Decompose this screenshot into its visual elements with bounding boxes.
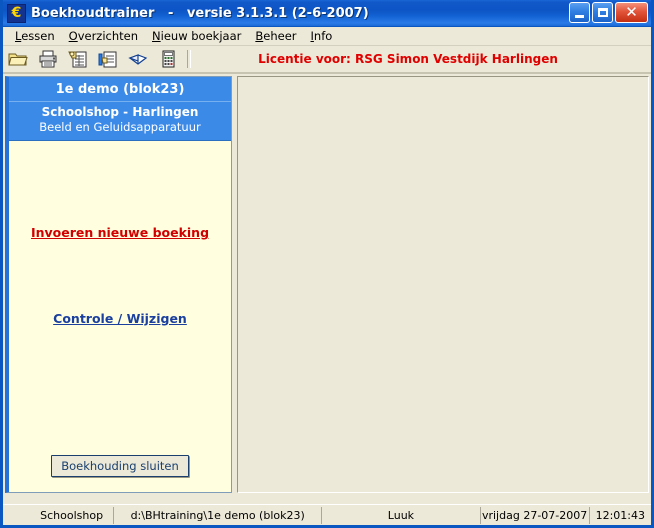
work-area: 1e demo (blok23) Schoolshop - Harlingen … [3, 74, 651, 495]
new-entry-link[interactable]: Invoeren nieuwe boeking [9, 225, 231, 240]
calculator-button[interactable] [153, 46, 183, 72]
menu-item-overzichten[interactable]: Overzichten [62, 28, 145, 44]
menu-item-nieuw-boekjaar[interactable]: Nieuw boekjaar [145, 28, 248, 44]
title-bar[interactable]: € Boekhoudtrainer - versie 3.1.3.1 (2-6-… [3, 0, 651, 27]
close-button[interactable]: ✕ [615, 2, 648, 23]
status-company: Schoolshop [30, 506, 115, 524]
check-modify-link[interactable]: Controle / Wijzigen [9, 311, 231, 326]
main-content-area[interactable] [237, 76, 649, 493]
toolbar-separator [187, 50, 191, 68]
euro-glyph: € [11, 5, 22, 21]
window-controls: ✕ [569, 2, 648, 23]
toolbar: Licentie voor: RSG Simon Vestdijk Harlin… [3, 46, 651, 74]
menu-bar: Lessen Overzichten Nieuw boekjaar Beheer… [3, 27, 651, 46]
license-text: Licentie voor: RSG Simon Vestdijk Harlin… [258, 52, 558, 66]
minimize-icon [575, 14, 584, 18]
panel-header: 1e demo (blok23) Schoolshop - Harlingen … [9, 77, 231, 141]
panel-body: Invoeren nieuwe boeking Controle / Wijzi… [9, 141, 231, 492]
close-books-wrap: Boekhouding sluiten [9, 455, 231, 477]
license-area: Licentie voor: RSG Simon Vestdijk Harlin… [195, 52, 651, 66]
status-date: vrijdag 27-07-2007 [481, 506, 590, 524]
maximize-icon [597, 8, 608, 17]
menu-label-info: nfo [313, 29, 333, 43]
company-description: Beeld en Geluidsapparatuur [39, 120, 201, 134]
print-icon [39, 50, 57, 68]
menu-item-info[interactable]: Info [304, 28, 340, 44]
close-icon: ✕ [625, 3, 638, 21]
open-button[interactable] [3, 46, 33, 72]
report-edit-icon [68, 51, 87, 68]
menu-label-nieuw-boekjaar: ieuw boekjaar [160, 29, 242, 43]
minimize-button[interactable] [569, 2, 590, 23]
open-folder-icon [8, 53, 28, 66]
menu-item-beheer[interactable]: Beheer [248, 28, 303, 44]
company-name: Schoolshop - Harlingen [41, 105, 199, 119]
document-edit-button[interactable] [93, 46, 123, 72]
menu-label-lessen: essen [21, 29, 55, 43]
bookkeeping-panel: 1e demo (blok23) Schoolshop - Harlingen … [5, 76, 232, 493]
report-edit-button[interactable] [63, 46, 93, 72]
print-button[interactable] [33, 46, 63, 72]
maximize-button[interactable] [592, 2, 613, 23]
menu-label-overzichten: verzichten [77, 29, 139, 43]
calculator-icon [162, 50, 175, 68]
panel-subheader: Schoolshop - Harlingen Beeld en Geluidsa… [9, 101, 231, 134]
menu-item-lessen[interactable]: Lessen [8, 28, 62, 44]
book-button[interactable] [123, 46, 153, 72]
window-title: Boekhoudtrainer - versie 3.1.3.1 (2-6-20… [31, 5, 369, 21]
panel-title: 1e demo (blok23) [55, 82, 185, 97]
status-user: Luuk [322, 506, 481, 524]
menu-label-beheer: eheer [263, 29, 297, 43]
euro-icon[interactable]: € [7, 3, 26, 23]
close-books-button[interactable]: Boekhouding sluiten [51, 455, 189, 477]
menu-accel-nieuw-boekjaar: N [152, 29, 161, 43]
status-time: 12:01:43 [595, 508, 645, 522]
status-bar: Schoolshop d:\BHtraining\1e demo (blok23… [3, 504, 651, 525]
menu-accel-overzichten: O [68, 29, 78, 43]
status-path: d:\BHtraining\1e demo (blok23) [114, 506, 323, 524]
application-window: € Boekhoudtrainer - versie 3.1.3.1 (2-6-… [0, 0, 654, 528]
book-icon [128, 54, 148, 65]
document-edit-icon [98, 51, 117, 68]
